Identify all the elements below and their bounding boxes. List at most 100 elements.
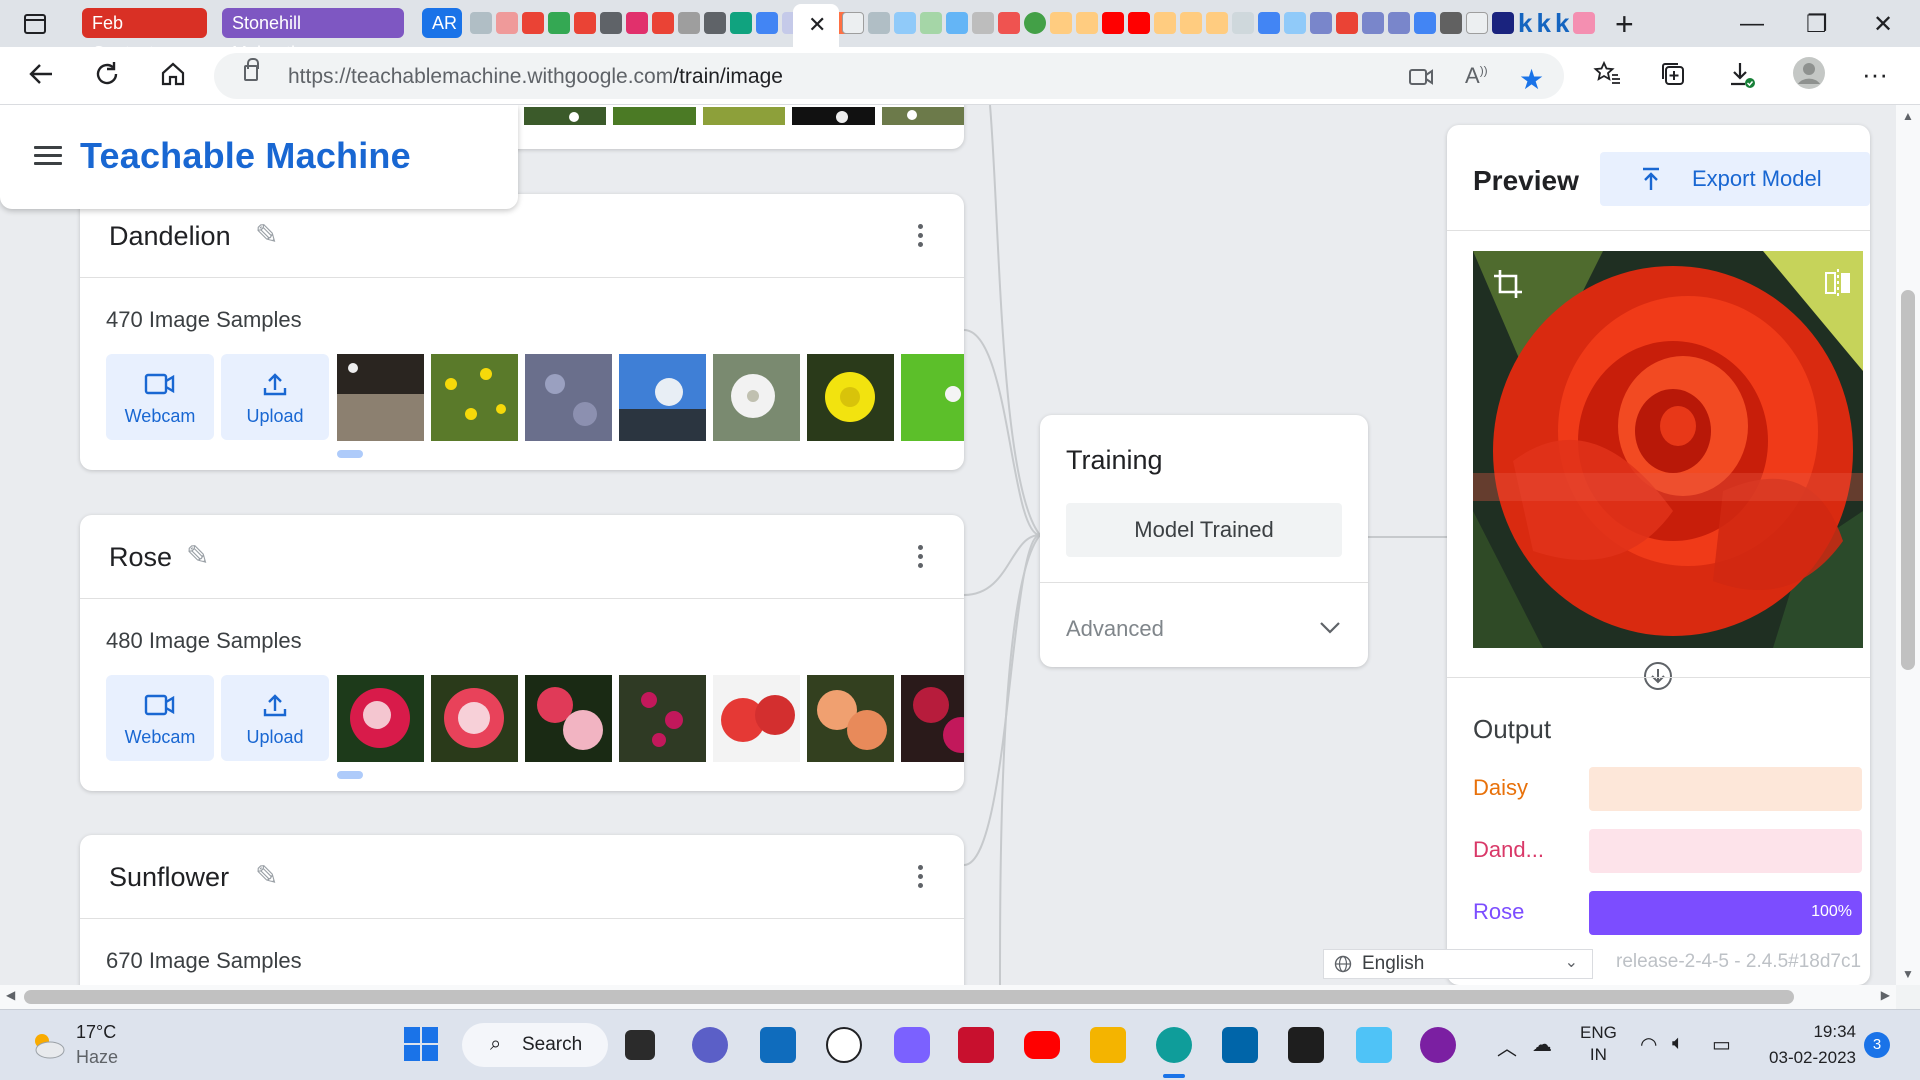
tab-favicon[interactable] <box>1050 12 1072 34</box>
thumbnail[interactable] <box>431 354 518 441</box>
active-tab[interactable]: ✕ <box>793 4 839 47</box>
scroll-left-icon[interactable]: ◀ <box>6 988 15 1002</box>
weather-condition[interactable]: Haze <box>76 1047 118 1068</box>
menu-icon[interactable] <box>34 146 62 166</box>
upload-button[interactable]: Upload <box>221 675 329 761</box>
downloads-icon[interactable] <box>1726 59 1756 96</box>
thumbnail[interactable] <box>613 107 696 125</box>
show-hidden-icons-icon[interactable]: ︿ <box>1497 1032 1517 1061</box>
thumbnail[interactable] <box>525 354 612 441</box>
youtube-icon[interactable] <box>1102 12 1124 34</box>
profile-avatar-icon[interactable] <box>1792 56 1826 97</box>
wifi-icon[interactable]: ◠ <box>1640 1032 1657 1057</box>
drive-icon[interactable] <box>548 12 570 34</box>
battery-icon[interactable]: ▭ <box>1712 1032 1731 1057</box>
thumbnail[interactable] <box>619 354 706 441</box>
favorites-icon[interactable] <box>1592 59 1622 96</box>
thumbnail[interactable] <box>619 675 706 762</box>
tab-favicon[interactable] <box>868 12 890 34</box>
thumbnail[interactable] <box>713 354 800 441</box>
collections-icon[interactable] <box>1658 59 1688 96</box>
vertical-scrollbar[interactable]: ▲ ▼ <box>1896 105 1920 985</box>
tab-favicon[interactable] <box>756 12 778 34</box>
thumbnail[interactable] <box>525 675 612 762</box>
microsoft-store-icon[interactable] <box>760 1027 796 1063</box>
github-icon[interactable] <box>704 12 726 34</box>
k-favicon[interactable]: k <box>1555 9 1569 37</box>
more-vert-icon[interactable] <box>918 865 924 892</box>
k-favicon[interactable]: k <box>1518 9 1532 37</box>
tab-group-feb-contests[interactable]: Feb Contests <box>82 8 207 63</box>
class-name[interactable]: Sunflower <box>109 862 229 893</box>
tab-favicon[interactable] <box>1492 12 1514 34</box>
start-windows-icon[interactable] <box>404 1027 438 1061</box>
tab-favicon[interactable] <box>1440 12 1462 34</box>
taskbar-search[interactable]: ⌕ Search <box>462 1023 608 1067</box>
thumbnail[interactable] <box>337 354 424 441</box>
tab-favicon[interactable] <box>1180 12 1202 34</box>
crop-icon[interactable] <box>1491 267 1525 301</box>
google-icon[interactable] <box>1414 12 1436 34</box>
tab-favicon[interactable] <box>920 12 942 34</box>
new-tab-button[interactable]: + <box>1615 6 1634 43</box>
input-language[interactable]: ENG IN <box>1580 1022 1617 1066</box>
github-icon[interactable] <box>600 12 622 34</box>
document-icon[interactable] <box>1466 12 1488 34</box>
edge-browser-icon[interactable] <box>1156 1027 1192 1063</box>
advanced-toggle[interactable]: Advanced <box>1066 616 1164 642</box>
k-favicon[interactable]: k <box>1536 9 1550 37</box>
dell-icon[interactable] <box>826 1027 862 1063</box>
task-view-icon[interactable] <box>625 1030 655 1060</box>
notification-favicon[interactable] <box>1024 12 1046 34</box>
scroll-down-icon[interactable]: ▼ <box>1902 967 1914 981</box>
minimize-icon[interactable]: — <box>1740 10 1764 38</box>
tab-favicon[interactable] <box>998 12 1020 34</box>
tab-favicon[interactable] <box>1154 12 1176 34</box>
document-icon[interactable] <box>842 12 864 34</box>
tab-favicon[interactable] <box>1310 12 1332 34</box>
flip-icon[interactable] <box>1823 267 1853 299</box>
notepad-icon[interactable] <box>1356 1027 1392 1063</box>
thumbnail[interactable] <box>901 675 964 762</box>
video-camera-icon[interactable] <box>1407 63 1435 98</box>
url-text[interactable]: https://teachablemachine.withgoogle.com/… <box>288 65 783 89</box>
tab-favicon[interactable] <box>1362 12 1384 34</box>
mcafee-icon[interactable] <box>958 1027 994 1063</box>
tab-favicon[interactable] <box>1573 12 1596 34</box>
more-vert-icon[interactable] <box>918 224 924 251</box>
thumbnail[interactable] <box>807 675 894 762</box>
app-title[interactable]: Teachable Machine <box>80 135 411 177</box>
tab-group-stonehill[interactable]: Stonehill Makeathon <box>222 8 404 63</box>
more-vert-icon[interactable] <box>918 545 924 572</box>
teams-chat-icon[interactable] <box>692 1027 728 1063</box>
thumbnail[interactable] <box>881 107 964 125</box>
webcam-button[interactable]: Webcam <box>106 675 214 761</box>
thumbnail[interactable] <box>713 675 800 762</box>
thumbnail[interactable] <box>807 354 894 441</box>
tab-favicon[interactable] <box>1388 12 1410 34</box>
gmail-icon[interactable] <box>522 12 544 34</box>
chatgpt-icon[interactable] <box>730 12 752 34</box>
gmail-icon[interactable] <box>574 12 596 34</box>
tab-favicon[interactable] <box>470 12 492 34</box>
tab-favicon[interactable] <box>1232 12 1254 34</box>
chevron-down-icon[interactable] <box>1318 615 1342 639</box>
volume-icon[interactable]: 🔈︎ <box>1672 1032 1684 1055</box>
address-bar[interactable]: https://teachablemachine.withgoogle.com/… <box>214 53 1564 99</box>
class-name[interactable]: Dandelion <box>109 221 231 252</box>
scroll-up-icon[interactable]: ▲ <box>1902 109 1914 123</box>
language-select[interactable]: English ⌄ <box>1323 949 1593 979</box>
thumbnail-scroll-indicator[interactable] <box>337 771 363 779</box>
gmail-icon[interactable] <box>1336 12 1358 34</box>
tab-favicon[interactable] <box>1076 12 1098 34</box>
scrollbar-thumb[interactable] <box>24 990 1794 1004</box>
tab-favicon[interactable] <box>946 12 968 34</box>
upload-button[interactable]: Upload <box>221 354 329 440</box>
tab-favicon[interactable] <box>894 12 916 34</box>
weather-haze-icon[interactable] <box>28 1030 66 1060</box>
instagram-icon[interactable] <box>626 12 648 34</box>
clock[interactable]: 19:34 03-02-2023 <box>1752 1022 1856 1068</box>
thumbnail[interactable] <box>702 107 786 125</box>
webcam-button[interactable]: Webcam <box>106 354 214 440</box>
terminal-icon[interactable] <box>1288 1027 1324 1063</box>
